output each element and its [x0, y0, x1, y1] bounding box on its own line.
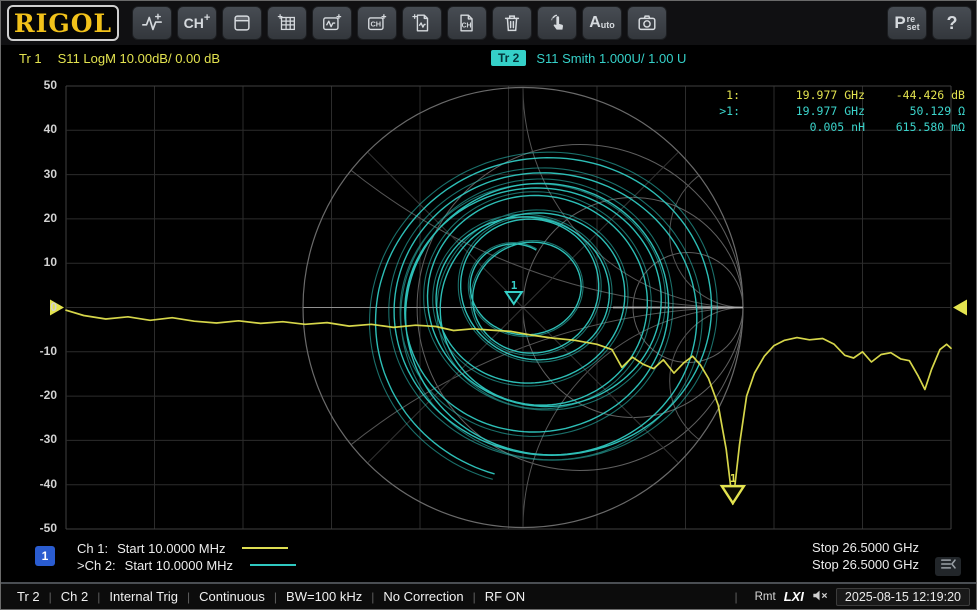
ref-level-right-triangle[interactable] [953, 300, 967, 316]
status-sweep[interactable]: Continuous [199, 589, 265, 604]
y-tick-label: 10 [17, 255, 57, 269]
status-trace[interactable]: Tr 2 [17, 589, 40, 604]
channel1-row[interactable]: Ch 1: Start 10.0000 MHz [77, 540, 288, 556]
marker1-smith-label: 1 [511, 279, 518, 292]
y-tick-label: -20 [17, 388, 57, 402]
status-bandwidth[interactable]: BW=100 kHz [286, 589, 362, 604]
channel2-start: Start 10.0000 MHz [125, 558, 233, 573]
y-tick-label: -10 [17, 344, 57, 358]
status-right-cluster: | Rmt LXI 2025-08-15 12:19:20 [725, 588, 970, 606]
collapse-menu-button[interactable] [935, 557, 961, 576]
y-tick-label: -50 [17, 521, 57, 535]
channel-number-badge[interactable]: 1 [35, 546, 55, 566]
marker-readout: 1:19.977 GHz-44.426 dB >1:19.977 GHz50.1… [700, 87, 965, 135]
status-rf[interactable]: RF ON [485, 589, 525, 604]
collapse-menu-icon [938, 557, 958, 576]
status-correction[interactable]: No Correction [383, 589, 463, 604]
y-tick-label: 0 [17, 300, 57, 314]
y-tick-label: -40 [17, 477, 57, 491]
y-tick-label: 40 [17, 122, 57, 136]
channel2-trace-swatch [250, 564, 296, 566]
marker1-logmag[interactable] [722, 486, 744, 503]
status-channel[interactable]: Ch 2 [61, 589, 88, 604]
marker-row-1: 1:19.977 GHz-44.426 dB [700, 87, 965, 103]
status-trigger[interactable]: Internal Trig [109, 589, 178, 604]
lxi-logo: LXI [784, 589, 804, 604]
channel2-row[interactable]: >Ch 2: Start 10.0000 MHz [77, 557, 296, 573]
channel2-label: >Ch 2: [77, 558, 116, 573]
y-tick-label: 30 [17, 167, 57, 181]
marker-row-2: >1:19.977 GHz50.129 Ω [700, 103, 965, 119]
y-tick-label: -30 [17, 432, 57, 446]
channel1-start: Start 10.0000 MHz [117, 541, 225, 556]
remote-indicator: Rmt [755, 591, 776, 603]
y-tick-label: 50 [17, 78, 57, 92]
marker1-logmag-label: 1 [730, 472, 737, 485]
vna-screen: RIGOL CH+ CH CH [0, 0, 977, 610]
channel2-stop: Stop 26.5000 GHz [812, 557, 919, 573]
mute-icon[interactable] [812, 589, 828, 605]
status-bar: Tr 2| Ch 2| Internal Trig| Continuous| B… [1, 584, 977, 609]
channel1-trace-swatch [242, 547, 288, 549]
marker-row-3: 0.005 nH615.580 mΩ [700, 119, 965, 135]
smith-trace [370, 152, 718, 479]
datetime-display: 2025-08-15 12:19:20 [836, 588, 970, 606]
channel1-label: Ch 1: [77, 541, 108, 556]
channel1-stop: Stop 26.5000 GHz [812, 540, 919, 556]
y-tick-label: 20 [17, 211, 57, 225]
